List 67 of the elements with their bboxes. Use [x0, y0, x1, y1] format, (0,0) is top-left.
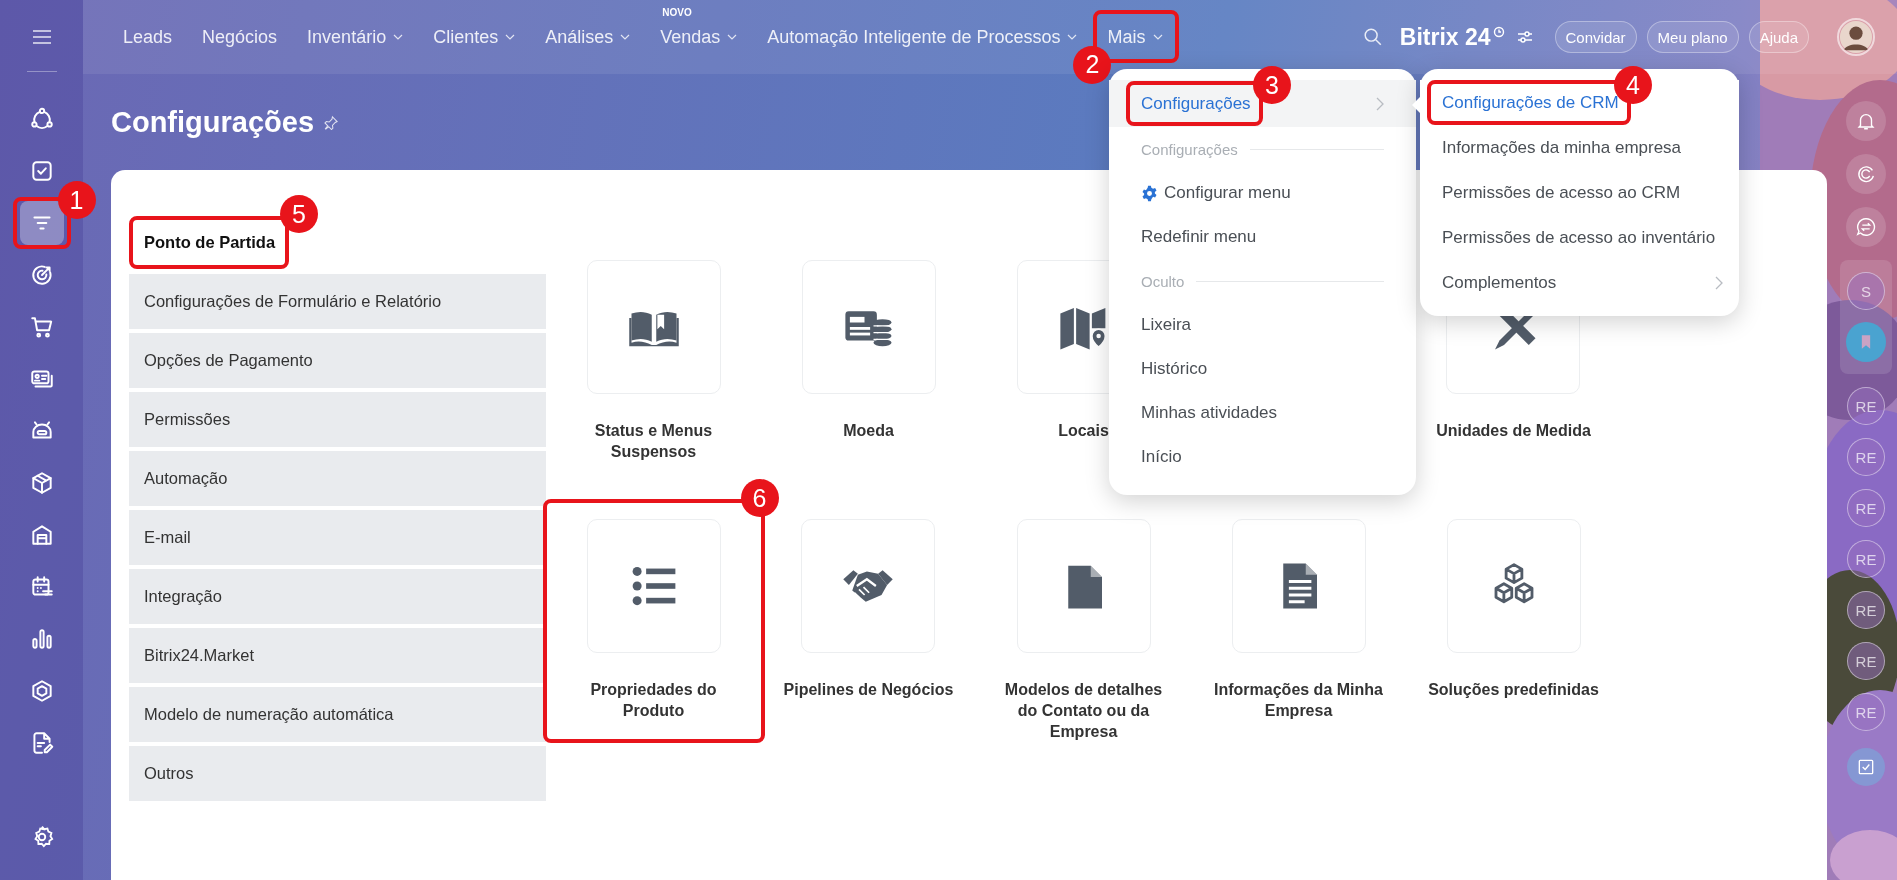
settings-tile[interactable] [801, 260, 936, 394]
task-icon[interactable] [1847, 748, 1885, 786]
chat-avatar[interactable]: RE [1847, 642, 1885, 680]
menu-section-label: Oculto [1141, 272, 1185, 290]
tile-label[interactable]: Informações da Minha Empresa [1211, 679, 1386, 721]
chevron-down-icon [393, 34, 404, 40]
menu-item[interactable]: Configurar menu [1109, 171, 1416, 215]
menu-section-label: Configurações [1141, 140, 1238, 158]
avatar[interactable] [1837, 18, 1875, 56]
pin-icon[interactable] [324, 114, 340, 130]
menu-item[interactable]: Histórico [1109, 347, 1416, 391]
nav-item[interactable]: Inventário [307, 26, 404, 48]
tile-label[interactable]: Modelos de detalhes do Contato ou da Empresa [996, 679, 1171, 742]
settings-nav-item[interactable]: Modelo de numeração automática [129, 687, 546, 742]
chat-exchange-icon[interactable] [1846, 207, 1886, 247]
tile-label[interactable]: Soluções predefinidas [1428, 679, 1599, 700]
menu-item[interactable]: Permissões de acesso ao CRM [1420, 170, 1739, 215]
tile-label[interactable]: Status e Menus Suspensos [566, 420, 741, 462]
chevron-down-icon [505, 34, 516, 40]
new-label: NOVO [662, 6, 692, 18]
tile-label[interactable]: Propriedades do Produto [566, 679, 741, 721]
settings-tile[interactable] [586, 519, 721, 653]
tile-label[interactable]: Locais [1058, 420, 1109, 441]
menu-item[interactable]: Redefinir menu [1109, 215, 1416, 259]
menu-item[interactable]: Permissões de acesso ao inventário [1420, 215, 1739, 260]
menu-item[interactable]: Início [1109, 435, 1416, 479]
step-badge: 6 [740, 479, 779, 517]
cart-icon [28, 314, 55, 340]
settings-nav-item[interactable]: Opções de Pagamento [129, 333, 546, 388]
nav-item[interactable]: Negócios [202, 26, 278, 48]
menu-item[interactable]: Minhas atividades [1109, 391, 1416, 435]
chevron-down-icon [1067, 34, 1078, 40]
chevron-right-icon [1715, 275, 1723, 290]
settings-tile[interactable] [586, 260, 721, 394]
settings-nav-item[interactable]: Bitrix24.Market [129, 628, 546, 683]
tile-label[interactable]: Moeda [843, 420, 894, 441]
nodes-icon [28, 106, 55, 132]
settings-nav-item[interactable]: Outros [129, 746, 546, 801]
settings-tile[interactable] [1231, 519, 1366, 653]
settings-icon [1141, 184, 1158, 202]
page-title: Configurações [111, 105, 315, 139]
menu-item[interactable]: Lixeira [1109, 303, 1416, 347]
nav-item[interactable]: Leads [123, 26, 173, 48]
bell-icon[interactable] [1846, 101, 1886, 141]
chevron-down-icon [727, 34, 738, 40]
settings-tile[interactable] [1016, 519, 1151, 653]
settings-nav-item[interactable]: Permissões [129, 392, 546, 447]
menu-item[interactable]: Complementos [1420, 260, 1739, 305]
settings-nav-item[interactable]: Configurações de Formulário e Relatório [129, 274, 546, 329]
settings-nav-item[interactable]: Integração [129, 569, 546, 624]
chevron-down-icon [1152, 34, 1163, 40]
settings-tile[interactable] [801, 519, 936, 653]
clock-icon [1492, 26, 1505, 38]
step-badge: 3 [1253, 66, 1291, 104]
step-badge: 5 [280, 195, 318, 233]
tile-label[interactable]: Unidades de Medida [1436, 420, 1591, 441]
settings-nav-item[interactable]: Automação [129, 451, 546, 506]
step-badge: 2 [1073, 45, 1112, 84]
chevron-down-icon [620, 34, 631, 40]
chat-avatar[interactable]: RE [1847, 591, 1885, 629]
sidebar-item[interactable] [19, 201, 64, 245]
tile-label[interactable]: Pipelines de Negócios [783, 679, 954, 700]
menu-item[interactable]: Informações da minha empresa [1420, 125, 1739, 170]
step-badge: 1 [57, 181, 96, 219]
chevron-right-icon [1376, 96, 1384, 111]
settings-nav-item[interactable]: E-mail [129, 510, 546, 565]
settings-tile[interactable] [1446, 519, 1581, 653]
